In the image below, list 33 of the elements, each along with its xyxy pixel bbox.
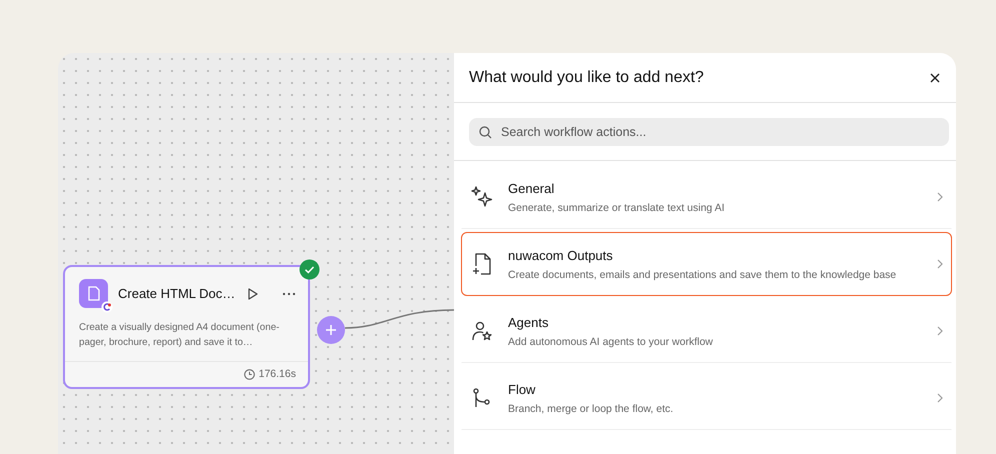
category-description: Generate, summarize or translate text using AI	[508, 202, 726, 214]
action-category[interactable]: Agents Add autonomous AI agents to your workflow	[461, 299, 952, 363]
chevron-icon	[937, 192, 943, 202]
category-description: Branch, merge or loop the flow, etc.	[508, 402, 674, 414]
chevron-icon	[937, 259, 943, 269]
workflow-node[interactable]: Create HTML Doc… Create a visually designed A4 document (one-pager, brochure, report) and save it to… 176.16s	[63, 265, 310, 389]
category-title: nuwacom Outputs	[508, 248, 614, 262]
clock-icon	[244, 368, 255, 380]
action-category[interactable]: nuwacom Outputs Create documents, emails and presentations and save them to the knowledge base	[461, 232, 952, 296]
document-plus-icon	[472, 253, 492, 275]
play-icon[interactable]	[248, 288, 258, 300]
chevron-icon	[937, 393, 943, 403]
more-icon[interactable]	[282, 292, 296, 296]
action-category[interactable]: Flow Branch, merge or loop the flow, etc.	[461, 366, 952, 430]
node-title: Create HTML Doc…	[118, 286, 236, 301]
sparkle-icon	[471, 186, 493, 208]
branch-icon	[473, 388, 491, 408]
category-title: General	[508, 180, 556, 196]
category-description: Create documents, emails and presentations and save them to the knowledge base	[508, 268, 898, 280]
chevron-icon	[937, 326, 943, 336]
category-description: Add autonomous AI agents to your workflow	[508, 336, 714, 348]
node-description: Create a visually designed A4 document (one-pager, brochure, report) and save it to…	[78, 321, 280, 350]
person-star-icon	[472, 321, 492, 341]
plus-icon	[326, 325, 336, 335]
panel-title: What would you like to add next?	[469, 68, 704, 86]
add-button[interactable]	[317, 316, 345, 344]
category-title: Agents	[508, 314, 550, 330]
action-category[interactable]: General Generate, summarize or translate text using AI	[461, 165, 952, 229]
document-icon	[88, 286, 100, 301]
category-title: Flow	[508, 382, 536, 396]
search-field[interactable]: Search workflow actions...	[469, 118, 949, 146]
duration: 176.16s	[258, 368, 296, 380]
logo-badge-icon	[101, 301, 113, 313]
